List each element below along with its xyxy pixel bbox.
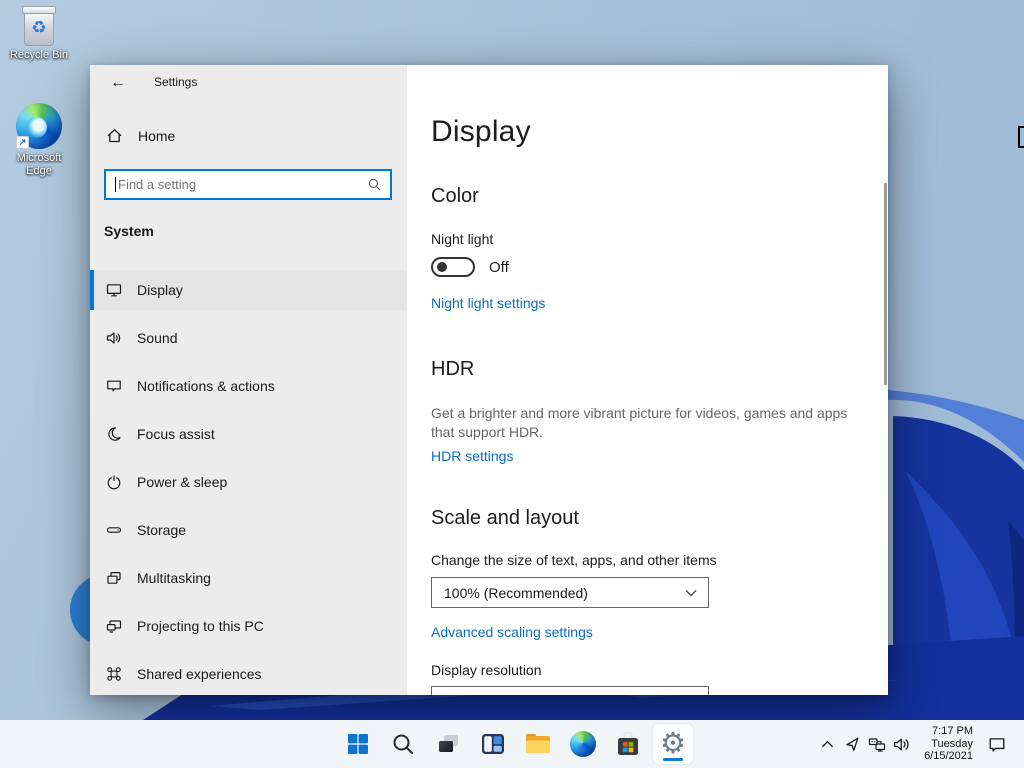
advanced-scaling-link[interactable]: Advanced scaling settings [431,624,593,640]
resolution-dropdown[interactable] [431,686,709,695]
sidebar-section-label: System [104,223,154,239]
settings-button-active[interactable]: ⚙ [653,724,693,764]
taskbar-search-button[interactable] [383,724,423,764]
power-icon [106,474,122,490]
night-light-toggle[interactable] [431,257,475,277]
change-size-label: Change the size of text, apps, and other… [431,552,717,568]
scale-dropdown-value: 100% (Recommended) [444,585,588,601]
text-caret [115,177,116,192]
sound-icon [106,330,122,346]
store-icon [615,732,641,757]
tray-clock[interactable]: 7:17 PM Tuesday 6/15/2021 [924,725,973,763]
scale-section-header: Scale and layout [431,507,579,530]
night-light-settings-link[interactable]: Night light settings [431,295,545,311]
color-section-header: Color [431,185,479,208]
search-icon [367,177,382,192]
hdr-section-header: HDR [431,358,474,381]
notifications-icon [106,378,122,394]
home-icon [106,127,123,144]
edge-logo-icon: ↗ [16,103,62,149]
tray-date: 6/15/2021 [924,750,973,763]
action-center-button[interactable] [988,735,1006,753]
task-view-button[interactable] [428,724,468,764]
hdr-settings-link[interactable]: HDR settings [431,448,513,464]
edge-button[interactable] [563,724,603,764]
tray-day: Tuesday [924,738,973,751]
settings-window: ← Settings Home System [90,65,888,695]
night-light-label: Night light [431,231,493,247]
desktop-icon-label: Microsoft Edge [6,152,72,178]
projecting-icon [106,618,122,634]
recycle-bin-icon: ♻ [24,10,54,46]
windows-start-icon [346,732,370,756]
hdr-description: Get a brighter and more vibrant picture … [431,404,855,441]
action-center-icon [988,736,1006,753]
page-title: Display [431,115,531,149]
file-explorer-icon [525,733,551,755]
widgets-icon [481,732,505,756]
desktop-icon-recycle-bin[interactable]: ♻ Recycle Bin [6,6,72,62]
focus-assist-icon [106,426,122,442]
shared-experiences-icon [106,666,122,682]
display-icon [106,282,122,298]
start-button[interactable] [338,724,378,764]
back-arrow-icon: ← [110,74,126,91]
sidebar-item-home[interactable]: Home [106,127,175,144]
file-explorer-button[interactable] [518,724,558,764]
window-title: Settings [154,75,197,89]
desktop-icon-microsoft-edge[interactable]: ↗ Microsoft Edge [6,103,72,178]
tray-network-icon[interactable] [868,735,886,753]
desktop-icon-label: Recycle Bin [6,49,72,62]
night-light-state: Off [489,259,509,276]
screen-edge-cursor-artifact [1018,126,1024,148]
display-resolution-label: Display resolution [431,662,542,678]
chevron-down-icon [685,589,697,597]
tray-location-icon[interactable] [843,735,861,753]
task-view-icon [436,732,461,756]
widgets-button[interactable] [473,724,513,764]
search-icon [391,732,415,756]
gear-icon: ⚙ [660,730,686,759]
desktop: ♻ Recycle Bin ↗ Microsoft Edge ← Setting… [0,0,1024,768]
scale-dropdown[interactable]: 100% (Recommended) [431,577,709,608]
store-button[interactable] [608,724,648,764]
sidebar-home-label: Home [138,128,175,144]
shortcut-arrow-icon: ↗ [16,136,29,149]
settings-content: Display Color Night light Off Night ligh… [407,65,888,695]
recycle-symbol-icon: ♻ [25,18,53,38]
window-scrollbar[interactable] [884,183,887,385]
back-button[interactable]: ← [104,71,132,95]
tray-time: 7:17 PM [924,725,973,738]
tray-volume-icon[interactable] [893,735,911,753]
taskbar: ⚙ 7:17 PM Tuesday 6/15/2021 [0,720,1024,768]
search-input[interactable] [118,171,348,198]
edge-icon [570,731,596,757]
tray-chevron-up-icon[interactable] [818,735,836,753]
search-box [104,169,392,200]
multitasking-icon [106,570,122,586]
storage-icon [106,522,122,538]
toggle-knob [437,262,447,272]
